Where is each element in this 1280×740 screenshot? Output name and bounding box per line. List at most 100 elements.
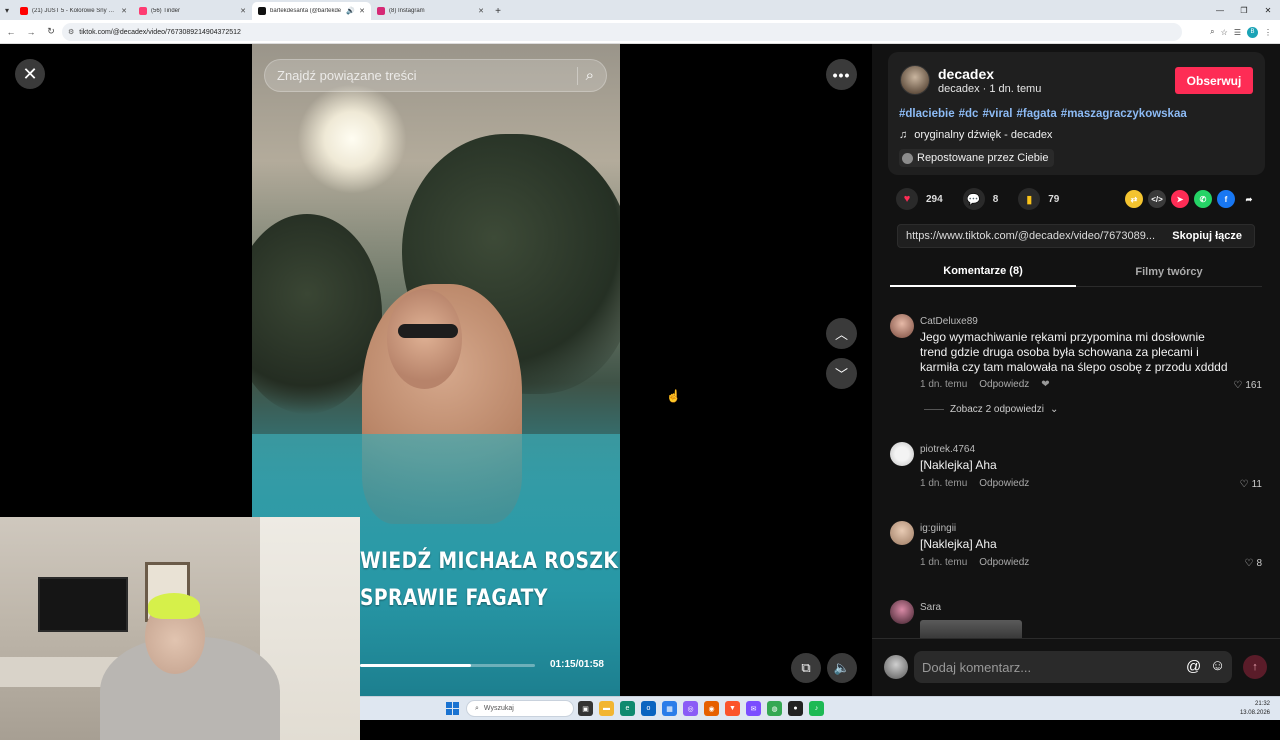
tab-close-icon[interactable]: ✕ <box>240 7 246 15</box>
emoji-icon[interactable]: ☺ <box>1210 657 1225 674</box>
spotify-icon[interactable]: ♪ <box>809 701 824 716</box>
reload-icon[interactable]: ↻ <box>42 23 60 41</box>
video-progress-bar[interactable] <box>360 664 535 667</box>
minimize-icon[interactable]: — <box>1208 0 1232 20</box>
save-button[interactable]: ▮ 79 <box>1018 188 1059 210</box>
bookmark-star-icon[interactable]: ☆ <box>1221 28 1228 37</box>
embed-icon[interactable]: </> <box>1148 190 1166 208</box>
file-explorer-icon[interactable]: ▬ <box>599 701 614 716</box>
mention-icon[interactable]: @ <box>1186 658 1201 675</box>
video-link-text[interactable]: https://www.tiktok.com/@decadex/video/76… <box>906 230 1160 242</box>
new-tab-button[interactable]: + <box>490 2 506 20</box>
back-icon[interactable]: ← <box>2 23 20 41</box>
browser-tab[interactable]: (21) JUST 5 - Kolorowe Sny 202 ✕ <box>14 2 133 20</box>
comment-text: [Naklejka] Aha <box>920 537 997 551</box>
repost-badge[interactable]: Repostowane przez Ciebie <box>899 149 1055 167</box>
creator-avatar[interactable] <box>900 65 930 95</box>
forward-icon[interactable]: → <box>22 23 40 41</box>
view-replies-label: Zobacz 2 odpowiedzi <box>950 404 1044 415</box>
chrome-icon[interactable]: ◍ <box>767 701 782 716</box>
tab-search-icon[interactable]: ▾ <box>0 0 14 20</box>
follow-button[interactable]: Obserwuj <box>1175 67 1253 94</box>
site-info-icon[interactable]: ⚙ <box>68 28 74 36</box>
outlook-icon[interactable]: o <box>641 701 656 716</box>
commenter-username[interactable]: piotrek.4764 <box>920 444 975 455</box>
reply-button[interactable]: Odpowiedz <box>979 379 1029 390</box>
tab-close-icon[interactable]: ✕ <box>359 7 365 15</box>
copy-link-button[interactable]: Skopiuj łącze <box>1160 230 1254 242</box>
windows-start-icon[interactable] <box>446 702 459 715</box>
extensions-icon[interactable]: ☰ <box>1234 28 1241 37</box>
comment-button[interactable]: 💬 8 <box>962 188 998 210</box>
tab-creator-videos[interactable]: Filmy twórcy <box>1076 257 1262 287</box>
related-search-input[interactable] <box>277 68 569 83</box>
creator-username[interactable]: decadex <box>938 66 994 82</box>
task-view-icon[interactable]: ▣ <box>578 701 593 716</box>
tab-comments[interactable]: Komentarze (8) <box>890 257 1076 287</box>
picture-in-picture-icon[interactable]: ⧉ <box>791 653 821 683</box>
view-replies-button[interactable]: Zobacz 2 odpowiedzi ⌄ <box>924 404 1058 415</box>
search-icon: ⌕ <box>475 704 479 712</box>
like-button[interactable]: ♥ 294 <box>896 188 943 210</box>
commenter-avatar[interactable] <box>890 600 914 624</box>
hashtag-link[interactable]: #fagata <box>1017 108 1057 120</box>
send-comment-button[interactable]: ↑ <box>1243 655 1267 679</box>
edge-icon[interactable]: e <box>620 701 635 716</box>
commenter-avatar[interactable] <box>890 442 914 466</box>
hashtag-link[interactable]: #viral <box>982 108 1012 120</box>
like-count: 294 <box>926 193 943 205</box>
commenter-avatar[interactable] <box>890 314 914 338</box>
commenter-avatar[interactable] <box>890 521 914 545</box>
browser-tab[interactable]: (8) Instagram ✕ <box>371 2 490 20</box>
instagram-favicon-icon <box>377 7 385 15</box>
share-arrow-icon[interactable]: ➦ <box>1240 190 1258 208</box>
zoom-icon[interactable]: ⌕ <box>1210 27 1214 37</box>
next-video-icon[interactable]: ﹀ <box>826 358 857 389</box>
tab-close-icon[interactable]: ✕ <box>478 7 484 15</box>
hashtag-link[interactable]: #dlaciebie <box>899 108 955 120</box>
send-to-friends-icon[interactable]: ➤ <box>1171 190 1189 208</box>
brave-icon[interactable]: ▼ <box>725 701 740 716</box>
taskbar-clock[interactable]: 21:32 13.08.2026 <box>1240 700 1270 718</box>
url-text: tiktok.com/@decadex/video/76730892149043… <box>79 28 241 36</box>
previous-video-icon[interactable]: ︿ <box>826 318 857 349</box>
commenter-username[interactable]: Sara <box>920 602 941 613</box>
related-search-box[interactable]: ⌕ <box>264 59 607 92</box>
tab-close-icon[interactable]: ✕ <box>121 7 127 15</box>
taskbar-search[interactable]: ⌕ Wyszukaj <box>466 700 574 717</box>
hashtag-link[interactable]: #maszagraczykowskaa <box>1061 108 1187 120</box>
tiktok-favicon-icon <box>258 7 266 15</box>
whatsapp-icon[interactable]: ✆ <box>1194 190 1212 208</box>
volume-icon[interactable]: 🔈 <box>827 653 857 683</box>
url-field[interactable]: ⚙ tiktok.com/@decadex/video/767308921490… <box>62 23 1182 41</box>
browser-menu-icon[interactable]: ⋮ <box>1264 28 1272 37</box>
repost-share-icon[interactable]: ⇄ <box>1125 190 1143 208</box>
messenger-icon[interactable]: ✉ <box>746 701 761 716</box>
store-icon[interactable]: ▦ <box>662 701 677 716</box>
obs-icon[interactable]: ● <box>788 701 803 716</box>
sound-link[interactable]: ♫ oryginalny dźwięk - decadex <box>899 129 1052 141</box>
restore-icon[interactable]: ❐ <box>1232 0 1256 20</box>
profile-avatar[interactable]: B <box>1247 26 1258 38</box>
browser-tab-active[interactable]: bartekdesanta (@bartekde 🔊 ✕ <box>252 2 371 20</box>
commenter-username[interactable]: ig:giingii <box>920 523 956 534</box>
reply-button[interactable]: Odpowiedz <box>979 478 1029 489</box>
facebook-icon[interactable]: f <box>1217 190 1235 208</box>
close-icon[interactable]: ✕ <box>15 59 45 89</box>
firefox-icon[interactable]: ◉ <box>704 701 719 716</box>
comment-like-button[interactable]: ♡ 11 <box>1240 479 1262 490</box>
comment-input[interactable] <box>914 651 1232 683</box>
comment-like-button[interactable]: ♡ 161 <box>1233 380 1262 391</box>
creator-subline: decadex · 1 dn. temu <box>938 83 1042 95</box>
search-icon[interactable]: ⌕ <box>586 67 594 84</box>
reply-button[interactable]: Odpowiedz <box>979 557 1029 568</box>
windows-taskbar: ⌕ Wyszukaj ▣ ▬ e o ▦ ◎ ◉ ▼ ✉ ◍ ● ♪ 21:32… <box>360 696 1280 720</box>
window-close-icon[interactable]: ✕ <box>1256 0 1280 20</box>
browser-tab[interactable]: (56) Tinder ✕ <box>133 2 252 20</box>
copilot-icon[interactable]: ◎ <box>683 701 698 716</box>
commenter-username[interactable]: CatDeluxe89 <box>920 316 978 327</box>
hashtag-link[interactable]: #dc <box>959 108 979 120</box>
comment-like-button[interactable]: ♡ 8 <box>1244 558 1262 569</box>
tab-audio-icon[interactable]: 🔊 <box>346 7 355 15</box>
more-options-icon[interactable]: ••• <box>826 59 857 90</box>
